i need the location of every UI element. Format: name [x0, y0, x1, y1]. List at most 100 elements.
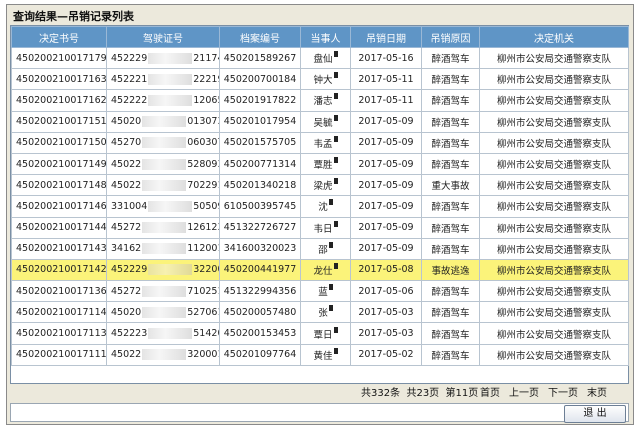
- table-row[interactable]: 450200210017148 45022 7022918450201340218 梁…: [11, 174, 629, 197]
- redaction-blur: [142, 137, 187, 149]
- revocation-reason-cell: 醉酒驾车: [421, 301, 480, 324]
- authority-cell: 柳州市公安局交通警察支队: [479, 216, 629, 239]
- table-row[interactable]: 450200210017113 452223 5142030450200153453…: [11, 322, 629, 345]
- file-number-cell: 450201917822: [219, 89, 301, 112]
- party-name: 沈: [318, 202, 328, 214]
- redaction-blur: [148, 73, 193, 85]
- authority-cell: 柳州市公安局交通警察支队: [479, 237, 629, 260]
- redaction-mark: [333, 157, 338, 164]
- revocation-date-cell: 2017-05-09: [350, 216, 422, 239]
- party-name: 覃胜: [313, 160, 333, 172]
- party-cell: 龙仕: [300, 258, 351, 282]
- file-number-cell: 450201097764: [219, 343, 301, 366]
- party-cell: 沈: [300, 195, 351, 218]
- redaction-blur: [148, 200, 193, 212]
- revocation-reason-cell: 醉酒驾车: [421, 322, 480, 345]
- table-row[interactable]: 450200210017149 45022 5280930450200771314 覃…: [11, 152, 629, 176]
- column-header[interactable]: 吊销原因: [421, 26, 480, 48]
- decision-number-cell: 450200210017163: [11, 68, 107, 91]
- revocation-date-cell: 2017-05-09: [350, 174, 422, 197]
- redaction-blur: [142, 116, 187, 128]
- party-cell: 钟大: [300, 68, 351, 91]
- party-name: 盘仙: [313, 54, 333, 66]
- revocation-date-cell: 2017-05-02: [350, 343, 422, 366]
- license-suffix: 2117422: [193, 52, 218, 64]
- last-page-link[interactable]: 末页: [587, 384, 607, 399]
- table-row[interactable]: 450200210017136 45272 7102516451322994356 蓝…: [11, 280, 629, 303]
- first-page-link[interactable]: 首页: [480, 384, 500, 399]
- table-row[interactable]: 450200210017162 452222 1206581745020191782…: [11, 89, 629, 112]
- party-name: 梁虎: [313, 181, 333, 193]
- license-number-cell: 45272 1261230: [106, 216, 220, 239]
- revocation-date-cell: 2017-05-03: [350, 322, 422, 345]
- license-prefix: 452223: [111, 328, 148, 340]
- revocation-date-cell: 2017-05-03: [350, 301, 422, 324]
- license-prefix: 452229: [111, 52, 148, 64]
- table-row[interactable]: 450200210017151 45020 0130733450201017954 吴…: [11, 110, 629, 133]
- redaction-blur: [148, 264, 193, 276]
- license-prefix: 45022: [111, 349, 142, 361]
- revocation-date-cell: 2017-05-09: [350, 195, 422, 218]
- party-cell: 邵: [300, 237, 351, 260]
- license-suffix: 3200019: [187, 349, 218, 361]
- decision-number-cell: 450200210017136: [11, 280, 107, 303]
- column-header[interactable]: 决定机关: [479, 26, 629, 48]
- pagination-nav: 首页 上一页 下一页 末页: [480, 384, 607, 399]
- table-row[interactable]: 450200210017150 45270 06030775450201575705…: [11, 131, 629, 154]
- party-name: 张: [318, 308, 328, 320]
- redaction-mark: [328, 241, 333, 248]
- authority-cell: 柳州市公安局交通警察支队: [479, 68, 629, 91]
- license-suffix: 7102516: [187, 285, 218, 297]
- license-suffix: 12065817: [193, 94, 218, 106]
- window-title: 查询结果—吊销记录列表: [13, 10, 134, 23]
- party-cell: 梁虎: [300, 174, 351, 197]
- file-number-cell: 450201589267: [219, 46, 301, 70]
- file-number-cell: 450201340218: [219, 174, 301, 197]
- revocation-reason-cell: 醉酒驾车: [421, 195, 480, 218]
- prev-page-link[interactable]: 上一页: [509, 384, 539, 399]
- decision-number-cell: 450200210017114: [11, 301, 107, 324]
- revocation-date-cell: 2017-05-11: [350, 89, 422, 112]
- license-number-cell: 45022 5280930: [106, 152, 220, 176]
- license-prefix: 45272: [111, 285, 142, 297]
- table-row[interactable]: 450200210017163 452221 2221918450200700184…: [11, 68, 629, 91]
- table-row[interactable]: 450200210017142 452229 322001X450200441977…: [11, 258, 629, 282]
- revocation-reason-cell: 醉酒驾车: [421, 89, 480, 112]
- next-page-link[interactable]: 下一页: [548, 384, 578, 399]
- revocation-date-cell: 2017-05-11: [350, 68, 422, 91]
- license-prefix: 45020: [111, 306, 142, 318]
- column-header[interactable]: 当事人: [300, 26, 351, 48]
- authority-cell: 柳州市公安局交通警察支队: [479, 46, 629, 70]
- table-row[interactable]: 450200210017179 452229 2117422450201589267…: [11, 46, 629, 70]
- table-row[interactable]: 450200210017114 45020 5270619450200057480 张…: [11, 301, 629, 324]
- authority-cell: 柳州市公安局交通警察支队: [479, 131, 629, 154]
- table-row[interactable]: 450200210017143 34162 1120013341600320023 邵…: [11, 237, 629, 260]
- revocation-reason-cell: 醉酒驾车: [421, 46, 480, 70]
- party-name: 蓝: [318, 287, 328, 299]
- license-prefix: 45272: [111, 222, 142, 234]
- party-cell: 韦孟: [300, 131, 351, 154]
- revocation-date-cell: 2017-05-09: [350, 237, 422, 260]
- table-row[interactable]: 450200210017111 45022 3200019450201097764 黄…: [11, 343, 629, 366]
- revocation-date-cell: 2017-05-06: [350, 280, 422, 303]
- table-row[interactable]: 450200210017146 331004 5050936610500395745…: [11, 195, 629, 218]
- column-header[interactable]: 档案编号: [219, 26, 301, 48]
- license-suffix: 1261230: [187, 222, 218, 234]
- table-row[interactable]: 450200210017144 45272 1261230451322726727 韦…: [11, 216, 629, 239]
- authority-cell: 柳州市公安局交通警察支队: [479, 195, 629, 218]
- result-window: 查询结果—吊销记录列表 决定书号 驾驶证号 档案编号 当事人 吊销日期 吊销原因…: [6, 4, 634, 425]
- revocation-reason-cell: 醉酒驾车: [421, 216, 480, 239]
- file-number-cell: 450200057480: [219, 301, 301, 324]
- license-number-cell: 45022 7022918: [106, 174, 220, 197]
- redaction-mark: [333, 51, 338, 58]
- decision-number-cell: 450200210017111: [11, 343, 107, 366]
- exit-button[interactable]: 退 出: [564, 405, 626, 423]
- license-suffix: 322001X: [193, 264, 218, 276]
- column-header[interactable]: 吊销日期: [350, 26, 422, 48]
- party-cell: 盘仙: [300, 46, 351, 70]
- column-header[interactable]: 驾驶证号: [106, 26, 220, 48]
- column-header[interactable]: 决定书号: [11, 26, 107, 48]
- license-number-cell: 34162 1120013: [106, 237, 220, 260]
- license-prefix: 452222: [111, 94, 148, 106]
- status-field: [10, 403, 629, 422]
